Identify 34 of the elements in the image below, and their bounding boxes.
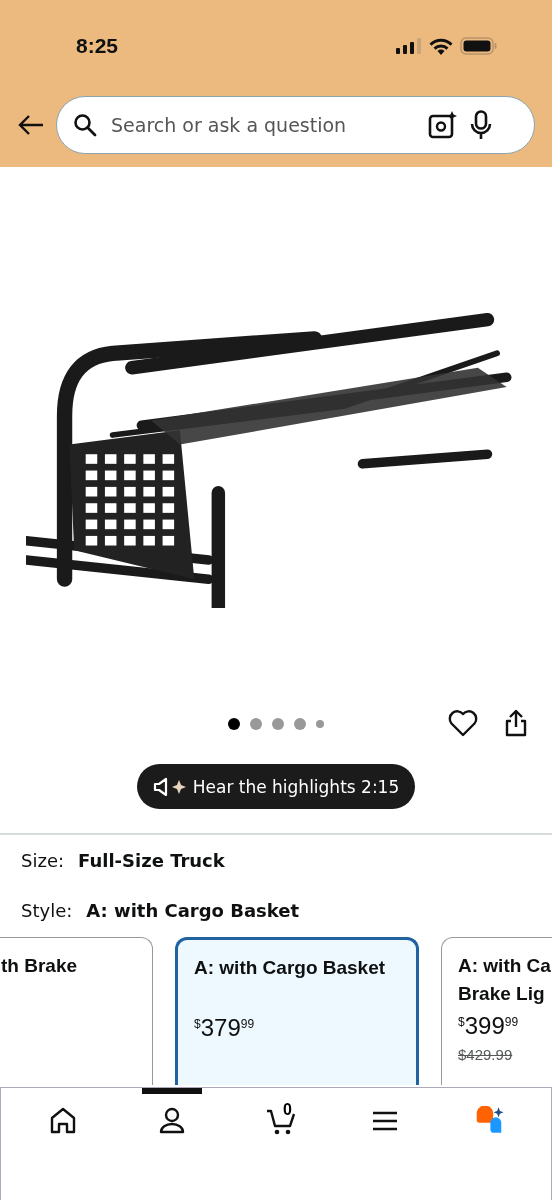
page-dot[interactable]	[316, 720, 324, 728]
battery-icon	[460, 37, 498, 55]
list-price: $429.99	[458, 1046, 514, 1063]
option-title: A: with Ca	[458, 954, 552, 978]
camera-icon[interactable]	[428, 111, 458, 139]
option-title: th Brake	[1, 954, 79, 978]
microphone-icon[interactable]	[470, 110, 492, 140]
speaker-sparkle-icon	[152, 776, 187, 797]
status-time: 8:25	[76, 34, 119, 58]
size-value: Full-Size Truck	[78, 849, 225, 871]
size-label: Size:	[21, 849, 64, 871]
search-input[interactable]: Search or ask a question	[109, 113, 416, 137]
style-option-card[interactable]: th Brake	[0, 937, 153, 1085]
person-icon	[157, 1106, 187, 1136]
share-icon[interactable]	[504, 709, 528, 737]
back-arrow-icon	[18, 115, 44, 135]
option-title: A: with Cargo Basket	[194, 956, 387, 980]
wifi-icon	[429, 37, 453, 55]
page-dot[interactable]	[272, 718, 284, 730]
page-dot[interactable]	[228, 718, 240, 730]
search-field[interactable]: Search or ask a question	[56, 96, 535, 154]
chat-sparkle-icon	[474, 1106, 504, 1136]
nav-tab[interactable]: 0	[256, 1088, 306, 1144]
audio-highlights-button[interactable]: Hear the highlights 2:15	[136, 764, 416, 809]
search-icon	[73, 113, 97, 137]
signal-icon	[396, 38, 422, 54]
style-value: A: with Cargo Basket	[86, 899, 300, 921]
page-dot[interactable]	[294, 718, 306, 730]
cart-count: 0	[283, 1101, 292, 1119]
style-label: Style:	[21, 899, 73, 921]
option-title: Brake Lig	[458, 982, 546, 1006]
page-dot[interactable]	[250, 718, 262, 730]
home-icon	[48, 1106, 78, 1136]
heart-icon[interactable]	[448, 709, 478, 737]
